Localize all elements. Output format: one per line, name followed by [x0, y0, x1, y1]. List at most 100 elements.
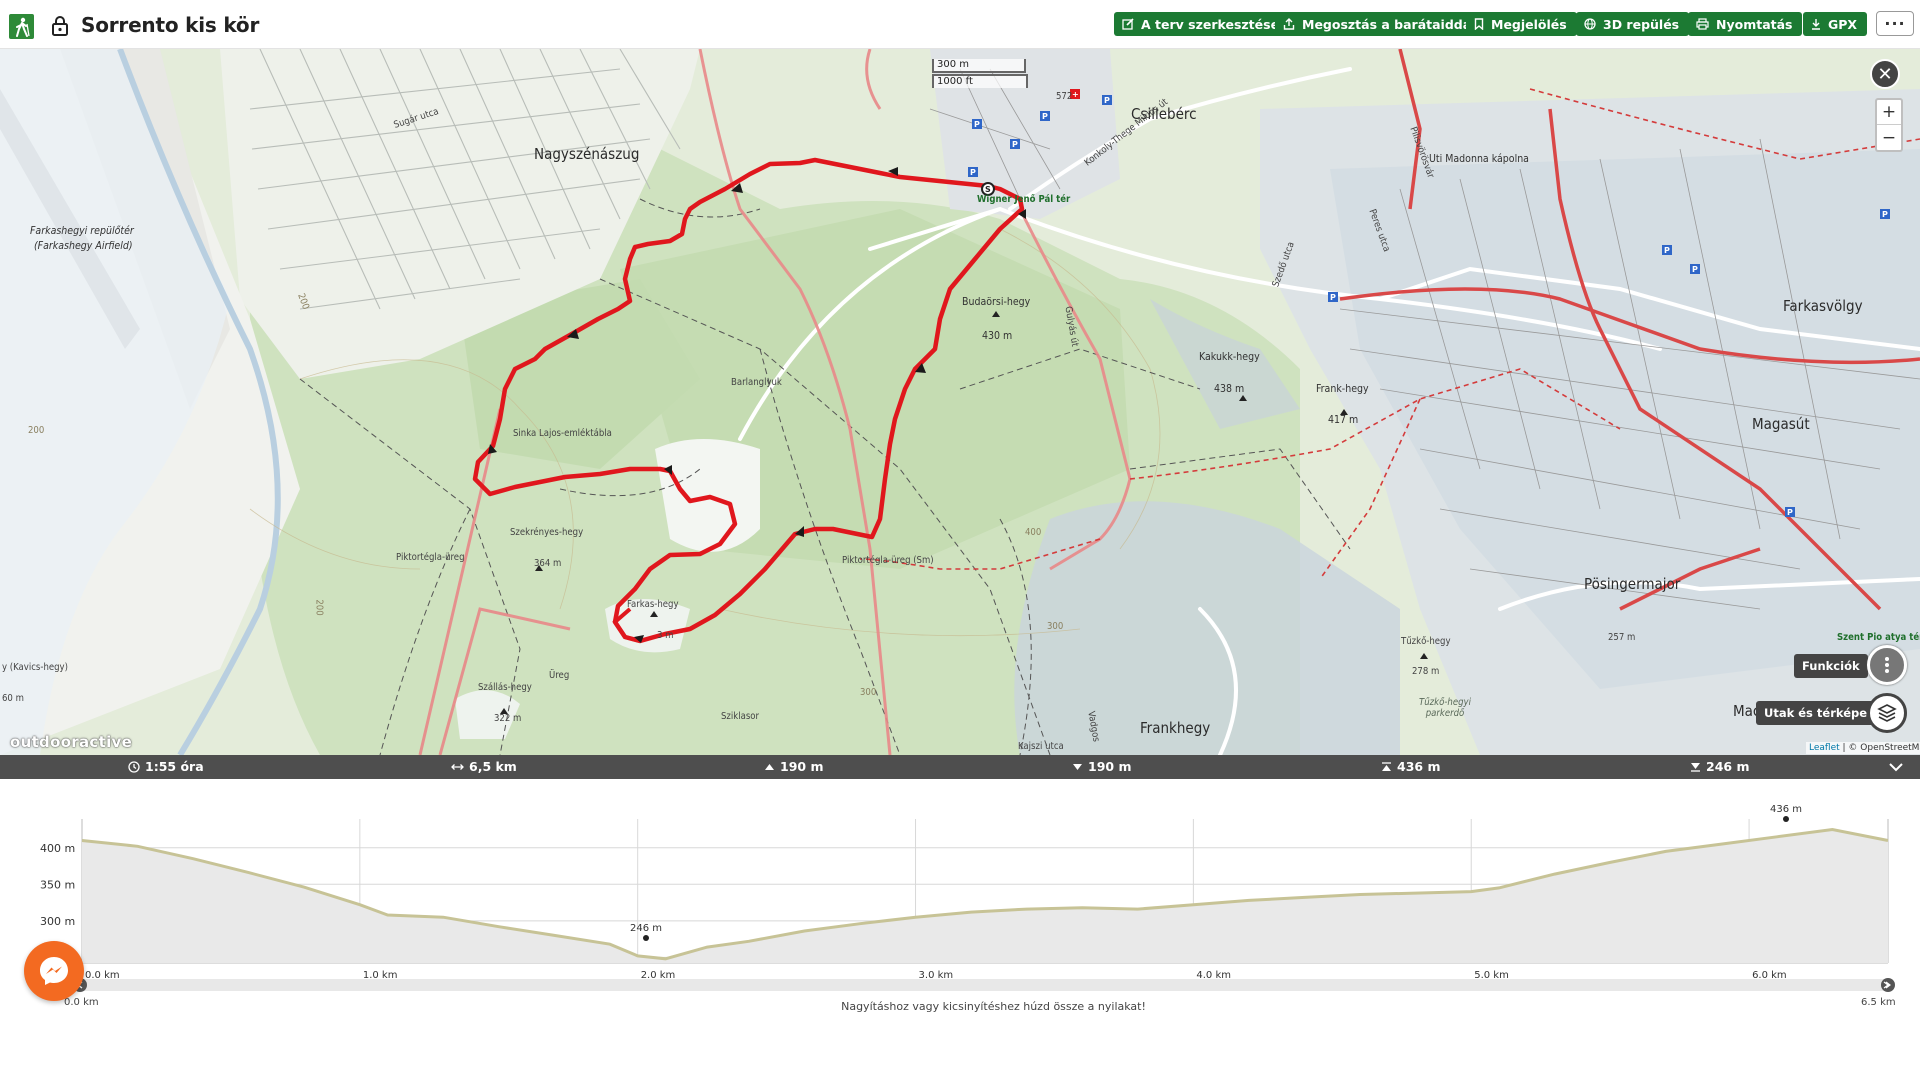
- zoom-control: + −: [1875, 98, 1903, 152]
- map-label-budaorsi: Budaörsi-hegy: [962, 296, 1031, 308]
- map-label-szekrenyes-alt: 364 m: [534, 558, 562, 569]
- svg-text:P: P: [1692, 265, 1698, 274]
- zoom-in-button[interactable]: +: [1877, 100, 1901, 125]
- stat-descent-value: 190 m: [1088, 759, 1132, 774]
- map-label-kajszi: Kajszi utca: [1018, 741, 1064, 752]
- map-label-szallas: Szállás-hegy: [478, 682, 532, 693]
- y-tick-label: 400 m: [40, 842, 75, 855]
- layers-button[interactable]: [1867, 693, 1907, 733]
- stat-distance: 6,5 km: [451, 759, 517, 774]
- map-label-magasut: Magasút: [1752, 415, 1810, 433]
- svg-text:P: P: [1042, 112, 1048, 121]
- header: Sorrento kis kör A terv szerkesztése Meg…: [0, 0, 1920, 49]
- stat-min-altitude: 246 m: [1690, 759, 1749, 774]
- vertical-dots-icon: [1885, 657, 1889, 673]
- map-label-ureg: Üreg: [549, 670, 570, 681]
- map-label-airfield: Farkashegyi repülőtér: [30, 225, 134, 237]
- elevation-marker: [643, 935, 649, 941]
- map-label-farkashegy-alt: 3 m: [657, 630, 674, 641]
- stat-min-altitude-value: 246 m: [1706, 759, 1750, 774]
- osm-attribution[interactable]: © OpenStreetMap: [1848, 743, 1920, 753]
- hiking-icon: [9, 14, 34, 39]
- stat-duration: 1:55 óra: [128, 759, 204, 774]
- range-slider-track[interactable]: [80, 979, 1888, 991]
- svg-text:P: P: [974, 120, 980, 129]
- functions-button[interactable]: [1867, 645, 1907, 685]
- max-altitude-icon: [1382, 761, 1391, 771]
- stat-ascent-value: 190 m: [780, 759, 824, 774]
- svg-text:P: P: [1104, 96, 1110, 105]
- map-label-airfield-en: (Farkashegy Airfield): [34, 240, 133, 252]
- svg-text:P: P: [1787, 508, 1793, 517]
- page-title: Sorrento kis kör: [81, 13, 260, 37]
- map-label-madonna: Uti Madonna kápolna: [1429, 153, 1529, 165]
- bookmark-icon: [1474, 18, 1484, 30]
- map-view[interactable]: S P P P P P P P P P P + Nagyszénászug Cs…: [0, 49, 1920, 755]
- map-label-tuzko-alt: 278 m: [1412, 666, 1440, 677]
- elevation-chart[interactable]: 400 m350 m300 m250 m 0.0 km1.0 km2.0 km3…: [0, 779, 1920, 1080]
- map-contour-200b: 200: [28, 425, 45, 436]
- map-label-frankhegy: Frankhegy: [1140, 719, 1211, 737]
- edit-plan-button[interactable]: A terv szerkesztése: [1114, 12, 1290, 36]
- elevation-marker: [1783, 816, 1789, 822]
- map-label-posinger-alt: 257 m: [1608, 632, 1636, 643]
- map-contour-300b: 300: [860, 687, 877, 698]
- map-label-posingermajor: Pösingermajor: [1584, 575, 1681, 593]
- print-button[interactable]: Nyomtatás: [1688, 12, 1803, 36]
- print-label: Nyomtatás: [1716, 16, 1793, 32]
- map-label-frank-alt: 417 m: [1328, 414, 1359, 426]
- map-canvas[interactable]: S P P P P P P P P P P +: [0, 49, 1920, 755]
- map-label-tuzko-park: Tűzkő-hegyi parkerdő: [1419, 697, 1471, 719]
- map-label-kavics-alt: 60 m: [2, 693, 24, 704]
- map-attribution: Leaflet | © OpenStreetMap: [1806, 742, 1920, 754]
- bookmark-button[interactable]: Megjelölés: [1466, 12, 1577, 36]
- tour-stats-bar: 1:55 óra 6,5 km 190 m 190 m 436 m 246 m: [0, 755, 1920, 779]
- svg-text:P: P: [1012, 140, 1018, 149]
- map-label-szentpio: Szent Pio atya tér: [1837, 632, 1920, 643]
- map-label-barlanglyuk: Barlanglyuk: [731, 377, 782, 388]
- more-options-button[interactable]: ···: [1876, 11, 1914, 36]
- stat-descent: 190 m: [1072, 759, 1131, 774]
- gpx-download-button[interactable]: GPX: [1803, 12, 1868, 36]
- map-label-wigner: Wigner Jenő Pál tér: [977, 194, 1071, 205]
- flight-3d-button[interactable]: 3D repülés: [1576, 12, 1690, 36]
- ascent-icon: [765, 763, 774, 770]
- map-label-kakukk-alt: 438 m: [1214, 383, 1245, 395]
- svg-text:+: +: [1072, 90, 1079, 99]
- distance-icon: [451, 763, 464, 770]
- map-label-farkasvolgy: Farkasvölgy: [1783, 297, 1863, 315]
- range-handle-right[interactable]: [1881, 978, 1895, 992]
- functions-tooltip: Funkciók: [1794, 654, 1868, 678]
- svg-text:P: P: [1330, 293, 1336, 302]
- messenger-button[interactable]: [24, 941, 84, 1001]
- messenger-icon: [40, 957, 68, 985]
- map-label-szallas-alt: 322 m: [494, 713, 522, 724]
- globe-icon: [1584, 18, 1596, 30]
- scale-metric: 300 m: [932, 59, 1026, 73]
- share-label: Megosztás a barátaiddal: [1302, 16, 1476, 32]
- flight-3d-label: 3D repülés: [1603, 16, 1680, 32]
- outdooractive-watermark: outdooractive: [10, 733, 133, 751]
- map-contour-400: 400: [1025, 527, 1042, 538]
- collapse-chevron-icon[interactable]: [1886, 757, 1906, 777]
- zoom-out-button[interactable]: −: [1877, 125, 1901, 150]
- scale-imperial: 1000 ft: [932, 74, 1028, 88]
- elevation-profile[interactable]: 400 m350 m300 m250 m 0.0 km1.0 km2.0 km3…: [0, 779, 1920, 1080]
- close-map-button[interactable]: ✕: [1870, 59, 1900, 89]
- svg-text:P: P: [1882, 210, 1888, 219]
- stat-max-altitude: 436 m: [1381, 759, 1440, 774]
- layers-tooltip: Utak és térképek: [1756, 701, 1883, 725]
- edit-plan-label: A terv szerkesztése: [1141, 16, 1280, 32]
- gpx-label: GPX: [1828, 16, 1858, 32]
- lock-icon: [50, 15, 70, 37]
- y-tick-label: 350 m: [40, 878, 75, 891]
- map-label-szekrenyes: Szekrényes-hegy: [510, 527, 584, 538]
- edit-icon: [1122, 18, 1134, 30]
- elevation-area: [82, 829, 1888, 963]
- svg-text:S: S: [985, 185, 991, 194]
- leaflet-link[interactable]: Leaflet: [1809, 743, 1840, 753]
- map-scale: 300 m 1000 ft: [932, 59, 1028, 88]
- y-tick-label: 300 m: [40, 915, 75, 928]
- share-button[interactable]: Megosztás a barátaiddal: [1275, 12, 1486, 36]
- stat-ascent: 190 m: [764, 759, 823, 774]
